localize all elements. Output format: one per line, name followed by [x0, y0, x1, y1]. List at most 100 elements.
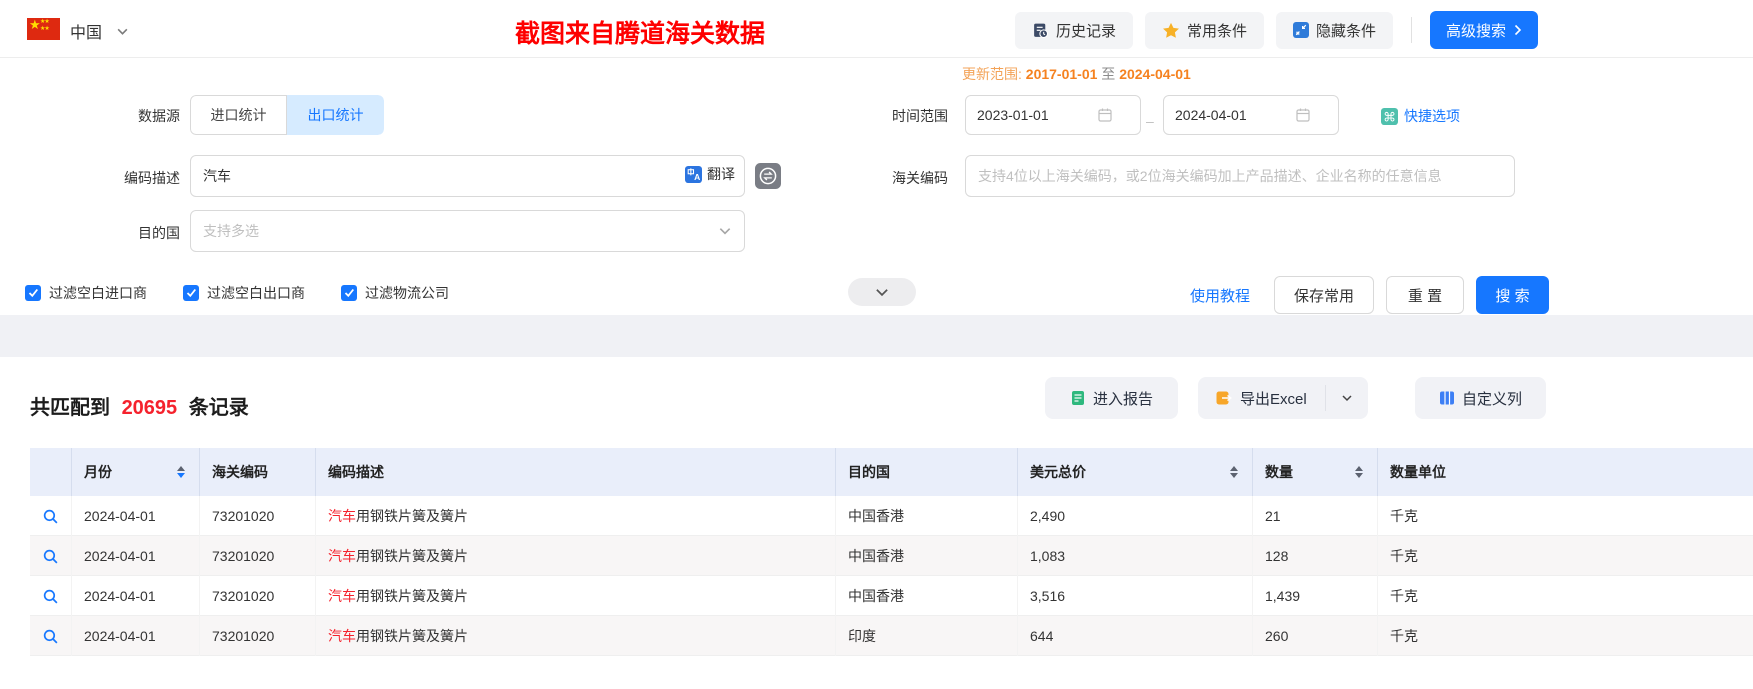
table-row: 2024-04-01 73201020 汽车 用钢铁片簧及簧片 中国香港 2,49… [30, 496, 1753, 536]
cell-country: 中国香港 [836, 496, 1018, 536]
cell-usd: 2,490 [1018, 496, 1253, 536]
calendar-icon[interactable] [1295, 107, 1311, 123]
desc-keyword-highlight: 汽车 [328, 628, 356, 644]
date-to-input[interactable] [1163, 95, 1339, 135]
cell-qty: 128 [1253, 536, 1378, 576]
desc-rest: 用钢铁片簧及簧片 [356, 628, 468, 644]
country-selector[interactable]: 中国 [70, 19, 129, 43]
dest-country-select[interactable]: 支持多选 [190, 210, 745, 252]
calendar-icon[interactable] [1097, 107, 1113, 123]
results-section: 共匹配到 20695 条记录 进入报告 导出Excel 自定义列 月份 海关编码… [0, 357, 1753, 689]
data-source-tabs: 进口统计 出口统计 [190, 95, 384, 135]
date-from-value[interactable] [977, 107, 1097, 123]
desc-rest: 用钢铁片簧及簧片 [356, 588, 468, 604]
translate-button[interactable]: A 翻译 [685, 164, 735, 184]
cell-unit: 千克 [1390, 508, 1418, 524]
enter-report-button[interactable]: 进入报告 [1045, 377, 1178, 419]
update-range-to-word: 至 [1101, 66, 1116, 82]
checkbox-checked-icon[interactable] [341, 285, 357, 301]
table-header: 月份 海关编码 编码描述 目的国 美元总价 数量 数量单位 [30, 448, 1753, 496]
header-month-label: 月份 [84, 464, 112, 480]
cell-qty: 1,439 [1253, 576, 1378, 616]
china-flag-icon: ★ ★★ ★★ [27, 18, 60, 40]
filter-logistics[interactable]: 过滤物流公司 [341, 283, 449, 303]
save-common-button[interactable]: 保存常用 [1274, 276, 1374, 314]
search-icon[interactable] [42, 588, 59, 605]
hs-code-input[interactable] [965, 155, 1515, 197]
code-desc-input[interactable] [190, 155, 745, 197]
search-icon[interactable] [42, 548, 59, 565]
desc-keyword-highlight: 汽车 [328, 588, 356, 604]
topbar-divider [1410, 17, 1412, 43]
sort-qty[interactable] [1355, 466, 1363, 478]
table-body: 2024-04-01 73201020 汽车 用钢铁片簧及簧片 中国香港 2,49… [30, 496, 1753, 656]
sort-month[interactable] [177, 466, 185, 478]
update-range-to: 2024-04-01 [1119, 66, 1191, 82]
header-unit-label: 数量单位 [1390, 464, 1446, 480]
export-excel-label: 导出Excel [1240, 390, 1307, 408]
table-row: 2024-04-01 73201020 汽车 用钢铁片簧及簧片 中国香港 3,51… [30, 576, 1753, 616]
topbar-actions: 历史记录 常用条件 隐藏条件 高级搜索 [1014, 11, 1538, 49]
export-excel-button[interactable]: 导出Excel [1198, 377, 1325, 419]
header-unit: 数量单位 [1378, 448, 1753, 496]
row-detail-cell [30, 616, 72, 656]
custom-columns-button[interactable]: 自定义列 [1415, 377, 1546, 419]
desc-rest: 用钢铁片簧及簧片 [356, 508, 468, 524]
date-from-input[interactable] [965, 95, 1141, 135]
checkbox-checked-icon[interactable] [25, 285, 41, 301]
tutorial-link[interactable]: 使用教程 [1190, 285, 1250, 306]
code-desc-field: A 翻译 [190, 155, 745, 197]
update-range: 更新范围: 2017-01-01 至 2024-04-01 [962, 64, 1191, 84]
star-icon [1162, 22, 1180, 39]
code-desc-label: 编码描述 [124, 170, 180, 186]
collapse-form-button[interactable] [848, 278, 916, 306]
filter-blank-importer[interactable]: 过滤空白进口商 [25, 283, 147, 303]
hide-conditions-button[interactable]: 隐藏条件 [1275, 11, 1393, 49]
filter-label: 过滤空白出口商 [207, 285, 305, 301]
header-month: 月份 [72, 448, 200, 496]
cell-qty: 21 [1253, 496, 1378, 536]
header-hs-code-label: 海关编码 [212, 464, 268, 480]
flag-star: ★ [29, 18, 41, 32]
header-detail-col [30, 448, 72, 496]
history-button[interactable]: 历史记录 [1014, 11, 1133, 49]
export-excel-group: 导出Excel [1198, 377, 1368, 419]
hs-code-label: 海关编码 [892, 170, 948, 186]
export-options-dropdown[interactable] [1326, 377, 1368, 419]
search-icon[interactable] [42, 508, 59, 525]
row-detail-cell [30, 536, 72, 576]
advanced-search-button[interactable]: 高级搜索 [1429, 11, 1538, 49]
search-button[interactable]: 搜 索 [1476, 276, 1549, 314]
svg-text:⌘: ⌘ [1383, 109, 1396, 124]
date-to-value[interactable] [1175, 107, 1295, 123]
hide-conditions-label: 隐藏条件 [1315, 22, 1376, 40]
search-icon[interactable] [42, 628, 59, 645]
cell-month: 2024-04-01 [72, 576, 200, 616]
cell-hs-code: 73201020 [200, 576, 316, 616]
cell-unit: 千克 [1390, 588, 1418, 604]
country-label: 中国 [70, 25, 103, 42]
quick-options-button[interactable]: ⌘ 快捷选项 [1381, 106, 1460, 126]
header-desc: 编码描述 [316, 448, 836, 496]
desc-keyword-highlight: 汽车 [328, 508, 356, 524]
reset-button[interactable]: 重 置 [1386, 276, 1464, 314]
chevron-down-icon [718, 224, 732, 238]
checkbox-checked-icon[interactable] [183, 285, 199, 301]
cell-month: 2024-04-01 [72, 496, 200, 536]
cell-usd: 644 [1018, 616, 1253, 656]
cell-usd: 1,083 [1018, 536, 1253, 576]
cell-unit: 千克 [1390, 548, 1418, 564]
update-range-from: 2017-01-01 [1025, 66, 1098, 82]
chevron-down-icon [116, 25, 129, 38]
tab-export-stats[interactable]: 出口统计 [287, 95, 384, 135]
tab-import-stats[interactable]: 进口统计 [190, 95, 287, 135]
header-usd-label: 美元总价 [1030, 464, 1086, 480]
sort-usd[interactable] [1230, 466, 1238, 478]
report-icon [1070, 390, 1086, 406]
favorites-button[interactable]: 常用条件 [1144, 11, 1264, 49]
search-form: 更新范围: 2017-01-01 至 2024-04-01 数据源 进口统计 出… [0, 58, 1753, 315]
cell-desc: 汽车 用钢铁片簧及簧片 [316, 536, 836, 576]
chevron-down-icon [874, 285, 890, 299]
filter-blank-exporter[interactable]: 过滤空白出口商 [183, 283, 305, 303]
swap-icon[interactable] [755, 163, 781, 189]
